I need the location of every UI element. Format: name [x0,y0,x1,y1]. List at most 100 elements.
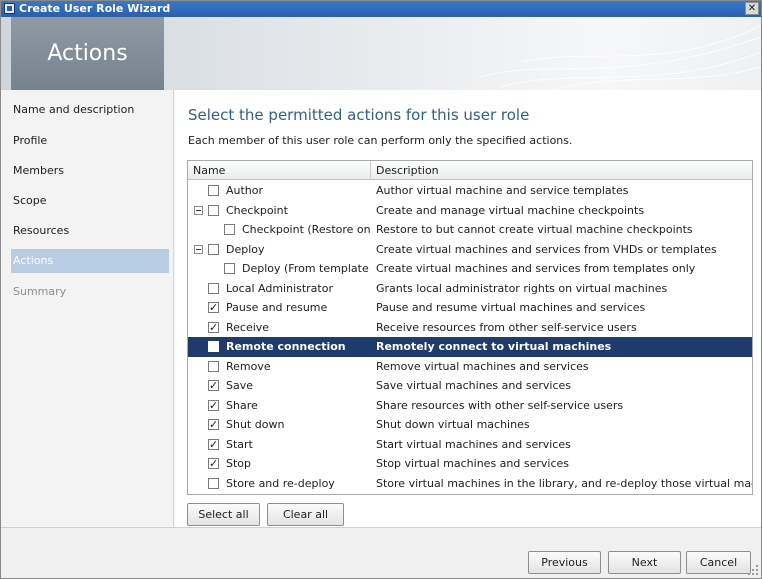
select-all-button[interactable]: Select all [187,503,260,526]
action-name-cell: Remove [188,357,371,376]
table-row[interactable]: Author Author virtual machine and service… [188,181,752,201]
action-checkbox[interactable] [224,224,235,235]
action-checkbox[interactable]: ✓ [208,302,219,313]
page-subtitle: Each member of this user role can perfor… [188,134,573,147]
action-checkbox[interactable] [208,282,219,294]
action-name-cell: ✓ Save [188,376,371,395]
action-name-cell: ✓ Share [188,396,371,415]
action-description-cell: Receive resources from other self-servic… [376,320,637,334]
action-name-label: Receive [226,320,270,334]
action-name-cell: Author [188,181,371,200]
action-description-cell: Shut down virtual machines [376,418,530,431]
nav-item-profile[interactable]: Profile [11,129,169,153]
check-mark-icon: ✓ [209,301,219,314]
action-checkbox[interactable] [208,341,219,352]
action-name-cell: Remote connection [188,337,371,356]
action-description-cell: Author virtual machine and service templ… [376,184,629,197]
action-name-label: Deploy [226,242,265,256]
window-title: Create User Role Wizard [19,2,171,15]
action-description-cell: Remove virtual machines and services [376,359,589,373]
page-heading: Select the permitted actions for this us… [188,106,530,124]
table-row[interactable]: Local Administrator Grants local administ… [188,279,752,299]
action-checkbox[interactable]: ✓ [208,399,219,411]
collapse-minus-icon[interactable] [194,244,203,254]
table-row[interactable]: Remove Remove virtual machines and servic… [188,357,752,377]
action-name-cell: ✓ Pause and resume [188,298,371,317]
close-icon[interactable]: ✕ [745,2,759,15]
nav-item-members[interactable]: Members [11,159,169,183]
action-checkbox[interactable] [208,360,219,372]
action-name-cell: Checkpoint (Restore only) [188,220,371,239]
action-checkbox[interactable]: ✓ [208,380,219,391]
action-checkbox[interactable] [208,185,219,196]
action-name-label: Author [226,184,264,197]
nav-item-scope[interactable]: Scope [11,189,169,213]
wizard-banner: Actions [1,17,761,90]
action-description-cell: Stop virtual machines and services [376,457,569,470]
table-row[interactable]: ✓ Save Save virtual machines and services [188,376,752,396]
cancel-button[interactable]: Cancel [686,551,751,574]
next-button[interactable]: Next [608,551,681,574]
check-mark-icon: ✓ [209,320,219,334]
action-name-cell: Deploy (From template only) [188,259,371,278]
action-name-label: Stop [226,457,252,470]
action-description-cell: Create and manage virtual machine checkp… [376,203,645,217]
action-name-label: Checkpoint (Restore only) [242,223,371,236]
action-description-cell: Restore to but cannot create virtual mac… [376,223,693,236]
action-name-label: Save [226,379,254,392]
action-name-cell: ✓ Shut down [188,415,371,434]
action-checkbox[interactable]: ✓ [208,437,219,451]
banner-decoration [480,24,761,90]
action-description-cell: Grants local administrator rights on vir… [376,281,668,295]
action-name-cell: Deploy [188,240,371,259]
action-checkbox[interactable] [208,243,219,255]
action-name-label: Checkpoint [226,203,288,217]
action-checkbox[interactable]: ✓ [208,458,219,469]
action-name-cell: Local Administrator [188,279,371,298]
table-row[interactable]: ✓ Pause and resume Pause and resume virtua… [188,298,752,318]
column-header-description[interactable]: Description [371,161,752,180]
check-mark-icon: ✓ [209,437,219,451]
action-name-cell: Store and re-deploy [188,474,371,493]
action-name-label: Share [226,398,258,412]
action-checkbox[interactable]: ✓ [208,419,219,430]
table-row[interactable]: ✓ Start Start virtual machines and service… [188,435,752,455]
table-row[interactable]: Checkpoint (Restore only) Restore to but … [188,220,752,240]
action-name-label: Local Administrator [226,281,333,295]
action-name-cell: ✓ Stop [188,454,371,473]
table-row[interactable]: ✓ Share Share resources with other self-se… [188,396,752,416]
action-name-label: Shut down [226,418,285,431]
check-mark-icon: ✓ [209,418,219,431]
action-name-cell: ✓ Receive [188,318,371,337]
wizard-footer: Previous Next Cancel [1,527,761,578]
action-checkbox[interactable]: ✓ [208,320,219,334]
actions-grid[interactable]: Name Description Author Author virtual ma… [187,160,753,495]
previous-button[interactable]: Previous [528,551,601,574]
action-name-cell: Checkpoint [188,201,371,220]
table-row[interactable]: ✓ Stop Stop virtual machines and services [188,454,752,474]
action-description-cell: Create virtual machines and services fro… [376,242,717,256]
action-description-cell: Create virtual machines and services fro… [376,262,696,275]
action-checkbox[interactable] [208,477,219,489]
nav-item-name-and-description[interactable]: Name and description [11,98,169,122]
table-row[interactable]: Remote connection Remotely connect to vir… [188,337,752,357]
clear-all-button[interactable]: Clear all [267,503,344,526]
check-mark-icon: ✓ [209,457,219,470]
table-row[interactable]: Store and re-deploy Store virtual machine… [188,474,752,494]
resize-grip-icon[interactable] [747,564,759,576]
banner-title: Actions [47,41,128,66]
collapse-minus-icon[interactable] [194,205,203,215]
action-checkbox[interactable] [208,204,219,216]
table-row[interactable]: Deploy Create virtual machines and servic… [188,240,752,260]
column-header-name[interactable]: Name [188,161,371,180]
table-row[interactable]: Deploy (From template only) Create virtua… [188,259,752,279]
action-description-cell: Store virtual machines in the library, a… [376,476,752,490]
table-row[interactable]: ✓ Shut down Shut down virtual machines [188,415,752,435]
nav-item-actions[interactable]: Actions [11,249,169,273]
nav-item-resources[interactable]: Resources [11,219,169,243]
title-bar: Create User Role Wizard ✕ [1,1,761,17]
action-checkbox[interactable] [224,263,235,274]
table-row[interactable]: Checkpoint Create and manage virtual mach… [188,201,752,221]
action-description-cell: Start virtual machines and services [376,437,571,451]
table-row[interactable]: ✓ Receive Receive resources from other sel… [188,318,752,338]
